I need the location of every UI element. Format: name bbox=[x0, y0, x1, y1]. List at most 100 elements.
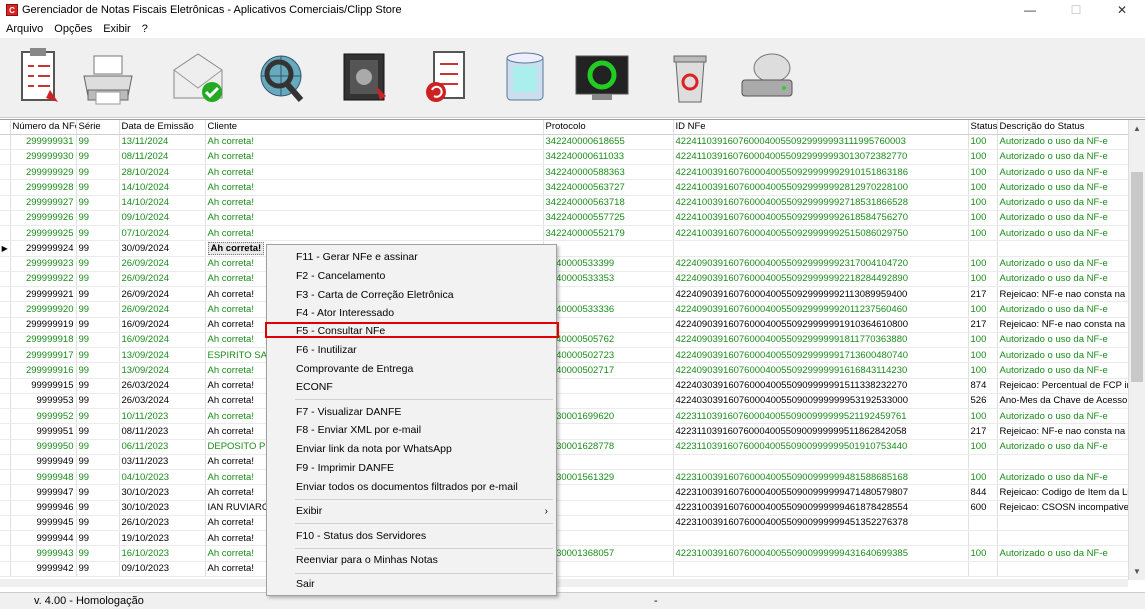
menu-arquivo[interactable]: Arquivo bbox=[0, 23, 48, 35]
status-cell: 217 bbox=[968, 423, 998, 440]
table-row[interactable]: 299999921 99 26/09/2024 Ah correta! 42240903… bbox=[0, 286, 1129, 303]
table-row[interactable]: 9999946 99 30/10/2023 IAN RUVIARO 4223100391… bbox=[0, 500, 1129, 516]
close-button[interactable]: ✕ bbox=[1099, 0, 1145, 20]
serie-cell: 99 bbox=[76, 317, 120, 333]
table-row[interactable]: 299999918 99 16/09/2024 Ah correta! 22400005… bbox=[0, 332, 1129, 349]
serie-cell: 99 bbox=[76, 179, 120, 196]
printer-icon[interactable] bbox=[78, 44, 138, 112]
table-row[interactable]: 299999916 99 13/09/2024 Ah correta! 22400005… bbox=[0, 362, 1129, 379]
table-row[interactable]: 299999927 99 14/10/2024 Ah correta! 34224000… bbox=[0, 195, 1129, 211]
highlight-box bbox=[265, 322, 559, 338]
table-row[interactable]: 9999942 99 09/10/2023 Ah correta! bbox=[0, 561, 1129, 577]
table-row[interactable]: 299999919 99 16/09/2024 Ah correta! 42240903… bbox=[0, 317, 1129, 333]
context-menu-item[interactable]: F8 - Enviar XML por e-mail bbox=[267, 421, 556, 439]
table-row[interactable]: 9999953 99 26/03/2024 Ah correta! 4224030391… bbox=[0, 393, 1129, 410]
context-menu-item[interactable]: Enviar link da nota por WhatsApp bbox=[267, 440, 556, 458]
menu-help[interactable]: ? bbox=[136, 23, 153, 35]
id-nfe-cell bbox=[673, 454, 969, 471]
table-row[interactable]: 9999945 99 26/10/2023 Ah correta! 4223100391… bbox=[0, 515, 1129, 532]
monitor-sync-icon[interactable] bbox=[572, 44, 632, 112]
header-descricao[interactable]: Descrição do Status bbox=[997, 120, 1129, 135]
table-row[interactable]: 299999931 99 13/11/2024 Ah correta! 34224000… bbox=[0, 134, 1129, 150]
table-row[interactable]: 299999930 99 08/11/2024 Ah correta! 34224000… bbox=[0, 149, 1129, 166]
table-row[interactable]: 299999926 99 09/10/2024 Ah correta! 34224000… bbox=[0, 210, 1129, 227]
data-cell: 09/10/2024 bbox=[119, 210, 206, 227]
status-cell: 100 bbox=[968, 271, 998, 288]
header-data[interactable]: Data de Emissão bbox=[119, 120, 206, 135]
table-row[interactable]: 299999928 99 14/10/2024 Ah correta! 34224000… bbox=[0, 179, 1129, 196]
id-nfe-cell: 4223100391607600040055090099999946187842… bbox=[673, 500, 969, 516]
numero-cell: 9999948 bbox=[10, 469, 77, 486]
table-row[interactable]: 299999923 99 26/09/2024 Ah correta! 22400005… bbox=[0, 256, 1129, 272]
table-row[interactable]: 299999929 99 28/10/2024 Ah correta! 34224000… bbox=[0, 164, 1129, 181]
table-row[interactable]: 9999950 99 06/11/2023 DEPOSITO PE 2230001628… bbox=[0, 439, 1129, 455]
menu-exibir[interactable]: Exibir bbox=[97, 23, 136, 35]
selected-cell-text: Ah correta! bbox=[207, 241, 265, 255]
table-row[interactable]: 9999943 99 16/10/2023 Ah correta! 2230001368… bbox=[0, 545, 1129, 562]
vertical-scrollbar[interactable]: ▲ ▼ bbox=[1128, 120, 1145, 580]
scroll-down-icon[interactable]: ▼ bbox=[1129, 563, 1145, 580]
header-protocolo[interactable]: Protocolo bbox=[543, 120, 674, 135]
header-status[interactable]: Status bbox=[968, 120, 998, 135]
scroll-up-icon[interactable]: ▲ bbox=[1129, 120, 1145, 137]
row-indicator bbox=[0, 530, 11, 547]
data-cell: 10/11/2023 bbox=[119, 408, 206, 425]
context-menu-item[interactable]: F7 - Visualizar DANFE bbox=[267, 403, 556, 421]
row-indicator bbox=[0, 408, 11, 425]
table-row[interactable]: 299999920 99 26/09/2024 Ah correta! 22400005… bbox=[0, 301, 1129, 318]
header-cliente[interactable]: Cliente bbox=[205, 120, 544, 135]
menu-opcoes[interactable]: Opções bbox=[48, 23, 97, 35]
row-indicator bbox=[0, 210, 11, 227]
app-icon: C bbox=[6, 4, 18, 16]
horizontal-scrollbar[interactable] bbox=[0, 579, 1128, 587]
context-menu-item[interactable]: Reenviar para o Minhas Notas bbox=[267, 551, 556, 569]
menu-bar: Arquivo Opções Exibir ? bbox=[0, 20, 1145, 38]
table-row[interactable]: 299999925 99 07/10/2024 Ah correta! 34224000… bbox=[0, 225, 1129, 242]
table-row[interactable]: ▶ 299999924 99 30/09/2024 Ah correta! bbox=[0, 240, 1129, 257]
context-menu-item[interactable]: F2 - Cancelamento bbox=[267, 267, 556, 285]
cliente-cell: Ah correta! bbox=[205, 225, 544, 242]
context-menu-item[interactable]: F9 - Imprimir DANFE bbox=[267, 459, 556, 477]
context-menu-item[interactable]: Enviar todos os documentos filtrados por… bbox=[267, 478, 556, 496]
table-row[interactable]: 9999948 99 04/10/2023 Ah correta! 2230001561… bbox=[0, 469, 1129, 486]
table-row[interactable]: 9999947 99 30/10/2023 Ah correta! 4223100391… bbox=[0, 484, 1129, 501]
context-menu-item[interactable]: Sair bbox=[267, 575, 556, 593]
checklist-icon[interactable] bbox=[8, 44, 68, 112]
descricao-cell: Autorizado o uso da NF-e bbox=[997, 347, 1129, 364]
context-menu-item[interactable]: Comprovante de Entrega bbox=[267, 360, 556, 378]
scroll-thumb[interactable] bbox=[1131, 172, 1143, 382]
context-menu-item[interactable]: F11 - Gerar NFe e assinar bbox=[267, 248, 556, 266]
checklist-refresh-icon[interactable] bbox=[418, 44, 478, 112]
row-indicator bbox=[0, 286, 11, 303]
table-row[interactable]: 299999917 99 13/09/2024 ESPIRITO SAN 2240000… bbox=[0, 347, 1129, 364]
table-row[interactable]: 99999915 99 26/03/2024 Ah correta! 422403039… bbox=[0, 378, 1129, 394]
table-row[interactable]: 9999949 99 03/11/2023 Ah correta! bbox=[0, 454, 1129, 471]
email-icon[interactable] bbox=[168, 44, 228, 112]
context-menu-item[interactable]: F10 - Status dos Servidores bbox=[267, 527, 556, 545]
database-icon[interactable] bbox=[495, 44, 555, 112]
minimize-button[interactable]: — bbox=[1007, 0, 1053, 20]
header-serie[interactable]: Série bbox=[76, 120, 120, 135]
table-row[interactable]: 9999952 99 10/11/2023 Ah correta! 2230001699… bbox=[0, 408, 1129, 425]
header-id-nfe[interactable]: ID NFe bbox=[673, 120, 969, 135]
header-numero[interactable]: Número da NFe bbox=[10, 120, 77, 135]
table-row[interactable]: 9999944 99 19/10/2023 Ah correta! bbox=[0, 530, 1129, 547]
protocolo-cell: 342240000588363 bbox=[543, 164, 674, 181]
maximize-button[interactable]: ☐ bbox=[1053, 0, 1099, 20]
context-menu-item[interactable]: F6 - Inutilizar bbox=[267, 341, 556, 359]
status-cell: 100 bbox=[968, 210, 998, 227]
table-row[interactable]: 9999951 99 08/11/2023 Ah correta! 4223110391… bbox=[0, 423, 1129, 440]
protocolo-cell: 342240000552179 bbox=[543, 225, 674, 242]
status-cell bbox=[968, 454, 998, 471]
search-globe-icon[interactable] bbox=[253, 44, 313, 112]
id-nfe-cell: 4224090391607600040055092999999211308995… bbox=[673, 286, 969, 303]
context-menu-item[interactable]: F4 - Ator Interessado bbox=[267, 304, 556, 322]
recycle-bin-icon[interactable] bbox=[660, 44, 720, 112]
context-menu-item[interactable]: F3 - Carta de Correção Eletrônica bbox=[267, 286, 556, 304]
context-menu-item[interactable]: ECONF bbox=[267, 378, 556, 396]
title-bar: C Gerenciador de Notas Fiscais Eletrônic… bbox=[0, 0, 1145, 20]
context-menu-item[interactable]: Exibir › bbox=[267, 502, 556, 520]
safe-icon[interactable] bbox=[334, 44, 394, 112]
disk-drive-icon[interactable] bbox=[736, 44, 796, 112]
table-row[interactable]: 299999922 99 26/09/2024 Ah correta! 22400005… bbox=[0, 271, 1129, 288]
